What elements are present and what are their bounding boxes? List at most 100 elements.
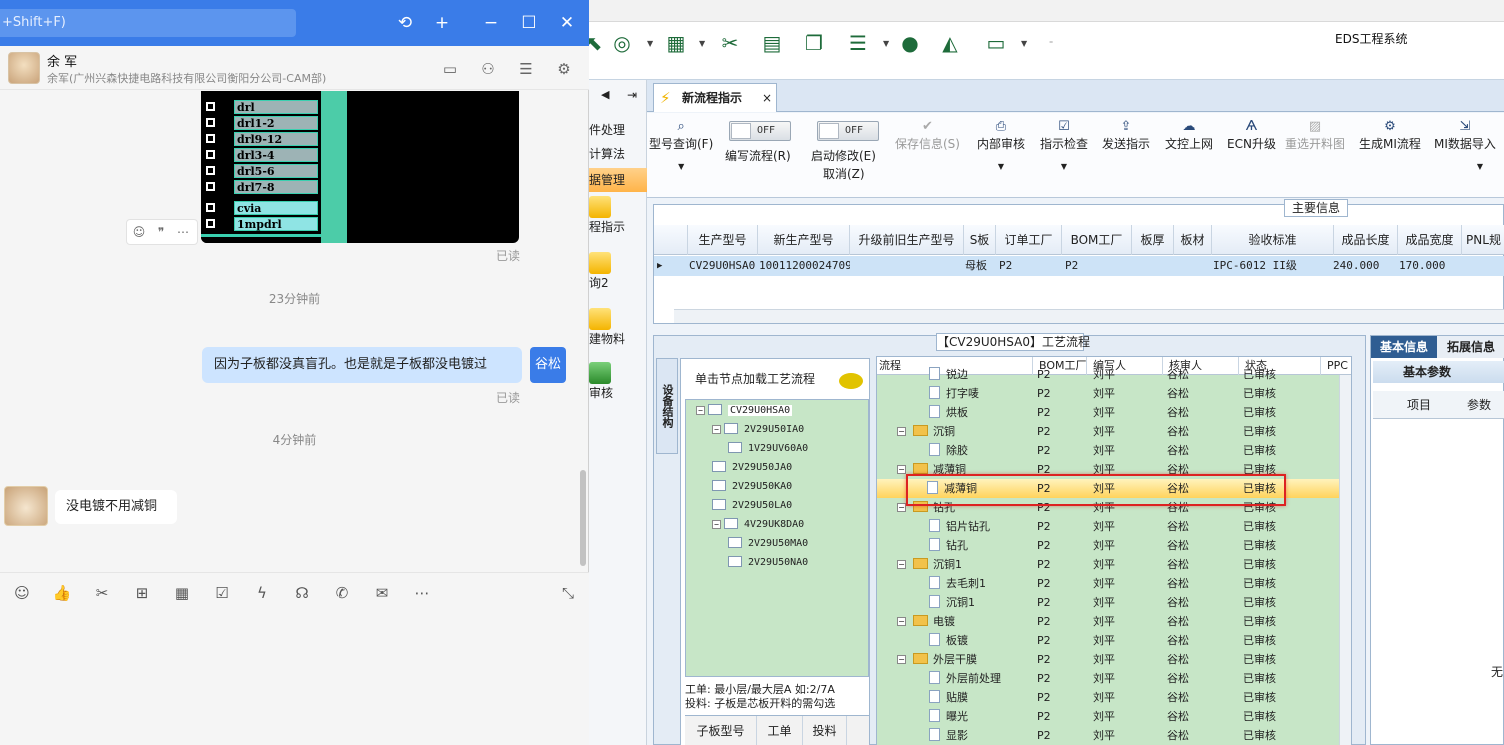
tree-node[interactable]: 2V29U50KA0 bbox=[712, 478, 792, 496]
mail-icon[interactable]: ✉ bbox=[372, 583, 392, 603]
flow-row[interactable]: − 电镀 P2 刘平 谷松 已审核 bbox=[877, 612, 1345, 631]
close-icon[interactable]: × bbox=[762, 84, 772, 112]
vertical-tab-structure[interactable]: 设备结构 bbox=[656, 358, 678, 454]
tree-node[interactable]: − 4V29UK8DA0 bbox=[712, 516, 804, 534]
dropdown-icon[interactable]: ▼ bbox=[647, 39, 653, 48]
collapse-icon[interactable]: − bbox=[696, 406, 705, 415]
flow-row[interactable]: 贴膜 P2 刘平 谷松 已审核 bbox=[877, 688, 1345, 707]
chat-scrollbar[interactable] bbox=[580, 470, 586, 566]
incoming-message[interactable]: 没电镀不用减铜 bbox=[55, 490, 177, 524]
chat-input-area[interactable]: ☺ 👍 ✂ ⊞ ▦ ☑ ϟ ☊ ✆ ✉ ⋯ ⤡ bbox=[0, 572, 589, 745]
tree-node[interactable]: − 2V29U50IA0 bbox=[712, 421, 804, 439]
type-query-button[interactable]: ⌕ 型号查询(F) ▼ bbox=[649, 119, 713, 171]
avatar[interactable] bbox=[8, 52, 40, 84]
column-header[interactable]: 生产型号 bbox=[688, 225, 758, 255]
flow-row[interactable]: 烘板 P2 刘平 谷松 已审核 bbox=[877, 403, 1345, 422]
horizontal-scrollbar[interactable] bbox=[674, 309, 1504, 323]
flow-row[interactable]: 除胶 P2 刘平 谷松 已审核 bbox=[877, 441, 1345, 460]
tree-node[interactable]: 2V29U50MA0 bbox=[728, 535, 808, 553]
tab-sub-board[interactable]: 子板型号 bbox=[685, 716, 757, 745]
tab-extended-info[interactable]: 拓展信息 bbox=[1437, 336, 1504, 358]
cell[interactable] bbox=[1174, 256, 1212, 276]
nav-review[interactable]: 审核 bbox=[589, 362, 647, 401]
add-icon[interactable]: + bbox=[431, 12, 453, 34]
lifebuoy-icon[interactable]: ◎ bbox=[609, 30, 635, 56]
flow-row[interactable]: 显影 P2 刘平 谷松 已审核 bbox=[877, 726, 1345, 745]
paste-icon[interactable]: ❐ bbox=[801, 30, 827, 56]
cell[interactable]: 170.000 bbox=[1396, 256, 1462, 276]
nav-pin-icon[interactable]: ⇥ bbox=[627, 88, 637, 102]
mi-import-button[interactable]: ⇲ MI数据导入 ▼ bbox=[1434, 119, 1496, 171]
collapse-icon[interactable]: − bbox=[897, 427, 906, 436]
table-icon[interactable]: ▦ bbox=[663, 30, 689, 56]
list-icon[interactable]: ☰ bbox=[845, 30, 871, 56]
flow-row[interactable]: 去毛刺1 P2 刘平 谷松 已审核 bbox=[877, 574, 1345, 593]
send-indicate-button[interactable]: ⇪ 发送指示 bbox=[1102, 119, 1150, 152]
cancel-button[interactable]: 取消(Z) bbox=[823, 165, 865, 182]
collapse-icon[interactable]: − bbox=[897, 560, 906, 569]
collapse-icon[interactable]: − bbox=[712, 520, 721, 529]
vertical-scrollbar[interactable] bbox=[1339, 375, 1351, 745]
nav-material[interactable]: 建物料 bbox=[589, 308, 647, 347]
nav-flow-indicate[interactable]: 程指示 bbox=[589, 196, 647, 235]
flow-row[interactable]: − 外层干膜 P2 刘平 谷松 已审核 bbox=[877, 650, 1345, 669]
nav-item-data-mgmt[interactable]: 据管理 bbox=[589, 168, 647, 192]
flow-row[interactable]: 曝光 P2 刘平 谷松 已审核 bbox=[877, 707, 1345, 726]
thumbs-up-icon[interactable]: 👍 bbox=[52, 583, 72, 603]
lightning-icon[interactable]: ϟ bbox=[252, 583, 272, 603]
cell[interactable]: P2 bbox=[996, 256, 1062, 276]
column-header[interactable]: 新生产型号 bbox=[758, 225, 850, 255]
emoji-icon[interactable]: ☺ bbox=[131, 224, 147, 240]
ecn-upgrade-button[interactable]: Ѧ ECN升级 bbox=[1227, 119, 1276, 152]
folder-add-icon[interactable]: ⊞ bbox=[132, 583, 152, 603]
scissors-icon[interactable]: ✂ bbox=[92, 583, 112, 603]
close-icon[interactable]: ✕ bbox=[556, 12, 578, 34]
flow-row[interactable]: 铝片钻孔 P2 刘平 谷松 已审核 bbox=[877, 517, 1345, 536]
internal-review-button[interactable]: ⎙ 内部审核 ▼ bbox=[977, 119, 1025, 171]
flow-row[interactable]: 沉铜1 P2 刘平 谷松 已审核 bbox=[877, 593, 1345, 612]
nav-item[interactable]: 件处理 bbox=[589, 118, 647, 142]
monitor-icon[interactable]: ▭ bbox=[983, 30, 1009, 56]
doc-upload-button[interactable]: ☁ 文控上网 bbox=[1165, 119, 1213, 152]
folder-icon[interactable]: ▭ bbox=[441, 60, 459, 78]
cam-screenshot-image[interactable]: drl drl1-2 drl9-12 drl3-4 drl5-6 drl7-8 cvia 1m… bbox=[201, 91, 519, 243]
history-icon[interactable]: ⟲ bbox=[394, 12, 416, 34]
tab-new-flow[interactable]: ⚡ 新流程指示 × bbox=[653, 83, 777, 112]
collapse-icon[interactable]: − bbox=[712, 425, 721, 434]
cell[interactable]: 10011200024709 bbox=[756, 256, 850, 276]
flow-row[interactable]: − 沉铜 P2 刘平 谷松 已审核 bbox=[877, 422, 1345, 441]
headset-icon[interactable]: ☊ bbox=[292, 583, 312, 603]
cell[interactable]: 母板 bbox=[962, 256, 996, 276]
column-header[interactable]: 板材 bbox=[1174, 225, 1212, 255]
task-icon[interactable]: ☑ bbox=[212, 583, 232, 603]
more-icon[interactable]: ⋯ bbox=[412, 583, 432, 603]
nav-prev-icon[interactable]: ◀ bbox=[601, 88, 609, 101]
contact-avatar[interactable] bbox=[4, 486, 48, 526]
collapse-icon[interactable]: − bbox=[897, 465, 906, 474]
minimize-icon[interactable]: − bbox=[480, 12, 502, 34]
column-header[interactable]: 成品宽度 bbox=[1398, 225, 1462, 255]
save-info-button[interactable]: ✔ 保存信息(S) bbox=[895, 119, 960, 152]
column-header[interactable]: 验收标准 bbox=[1212, 225, 1334, 255]
maximize-icon[interactable]: ☐ bbox=[518, 12, 540, 34]
flow-row[interactable]: 板镀 P2 刘平 谷松 已审核 bbox=[877, 631, 1345, 650]
cell[interactable] bbox=[1462, 256, 1504, 276]
add-user-icon[interactable]: ⚇ bbox=[479, 60, 497, 78]
collapse-icon[interactable]: − bbox=[897, 617, 906, 626]
dropdown-icon[interactable]: ▼ bbox=[1021, 39, 1027, 48]
reselect-cut-button[interactable]: ▨ 重选开料图 bbox=[1285, 119, 1345, 152]
comment-icon[interactable] bbox=[839, 373, 863, 389]
column-header[interactable]: S板 bbox=[964, 225, 996, 255]
column-header[interactable]: 升级前旧生产型号 bbox=[850, 225, 964, 255]
cell[interactable]: CV29U0HSA0 bbox=[686, 256, 758, 276]
tree-node[interactable]: 2V29U50NA0 bbox=[728, 554, 808, 572]
search-history-icon[interactable]: ☰ bbox=[517, 60, 535, 78]
collapse-icon[interactable]: − bbox=[897, 503, 906, 512]
column-header[interactable]: 参数 bbox=[1467, 391, 1491, 419]
area-chart-icon[interactable]: ◭ bbox=[937, 30, 963, 56]
scissors-icon[interactable]: ✂ bbox=[717, 30, 743, 56]
table-row[interactable]: ▶ CV29U0HSA0 10011200024709 母板 P2 P2 IPC… bbox=[654, 256, 1504, 276]
indicate-check-button[interactable]: ☑ 指示检查 ▼ bbox=[1040, 119, 1088, 171]
tab-work-order[interactable]: 工单 bbox=[757, 716, 803, 745]
cell[interactable] bbox=[850, 256, 964, 276]
